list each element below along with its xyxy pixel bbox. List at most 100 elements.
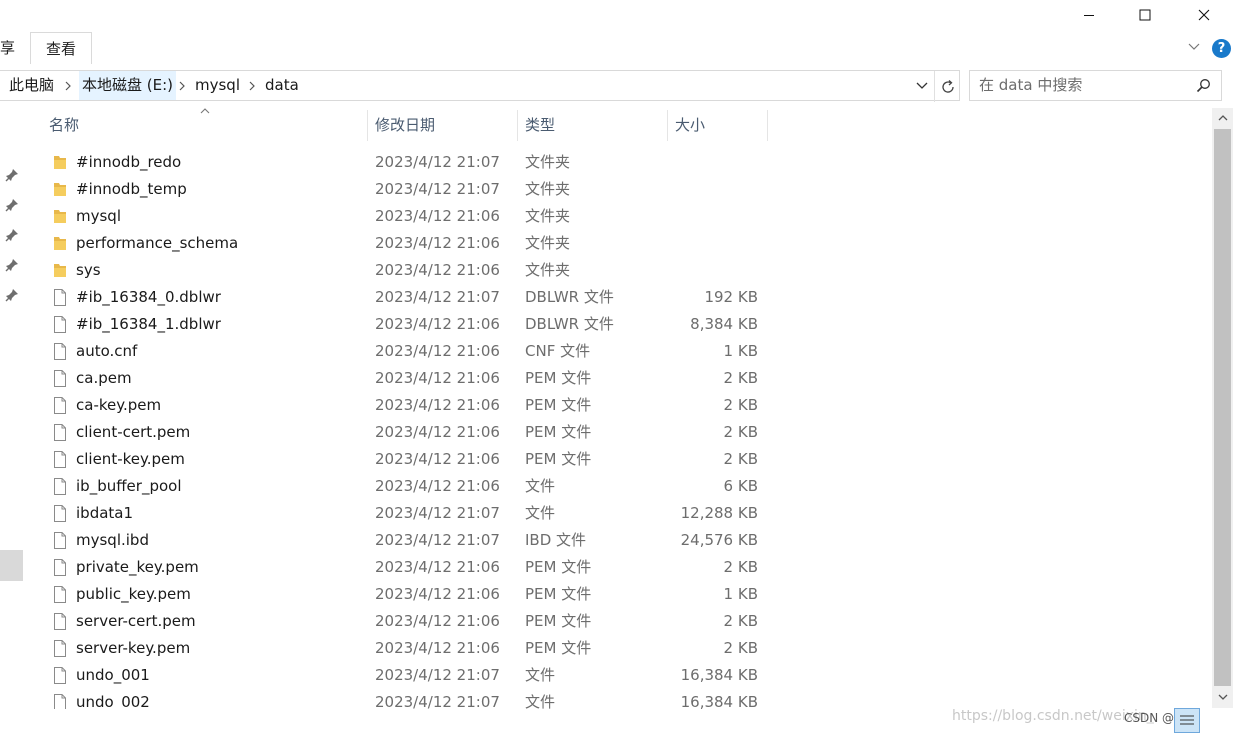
folder-icon — [53, 235, 67, 252]
file-date: 2023/4/12 21:07 — [375, 288, 500, 306]
file-row[interactable]: public_key.pem 2023/4/12 21:06 PEM 文件 1 KB — [0, 581, 1212, 608]
file-date: 2023/4/12 21:07 — [375, 504, 500, 522]
column-divider[interactable] — [667, 110, 668, 141]
file-row[interactable]: mysql 2023/4/12 21:06 文件夹 — [0, 203, 1212, 230]
refresh-button[interactable] — [934, 71, 960, 102]
file-icon — [53, 451, 67, 468]
file-row[interactable]: #ib_16384_0.dblwr 2023/4/12 21:07 DBLWR 文件… — [0, 284, 1212, 311]
column-header-type[interactable]: 类型 — [525, 110, 667, 141]
column-divider[interactable] — [367, 110, 368, 141]
file-name: ib_buffer_pool — [76, 477, 182, 495]
watermark-brand: CSDN @ — [1124, 711, 1175, 725]
file-date: 2023/4/12 21:06 — [375, 585, 500, 603]
close-button[interactable] — [1176, 0, 1232, 30]
file-size: 2 KB — [723, 558, 758, 576]
file-name: client-cert.pem — [76, 423, 191, 441]
file-name: #innodb_redo — [76, 153, 182, 171]
file-name: private_key.pem — [76, 558, 199, 576]
file-row[interactable]: auto.cnf 2023/4/12 21:06 CNF 文件 1 KB — [0, 338, 1212, 365]
chevron-right-icon[interactable] — [247, 80, 257, 92]
column-header-name[interactable]: 名称 — [49, 110, 367, 141]
file-row[interactable]: ib_buffer_pool 2023/4/12 21:06 文件 6 KB — [0, 473, 1212, 500]
breadcrumb[interactable]: 此电脑 本地磁盘 (E:) mysql data — [0, 70, 960, 102]
scroll-up-button[interactable] — [1212, 108, 1233, 128]
column-divider[interactable] — [767, 110, 768, 141]
file-size: 2 KB — [723, 450, 758, 468]
file-date: 2023/4/12 21:06 — [375, 558, 500, 576]
maximize-icon — [1139, 9, 1151, 21]
file-date: 2023/4/12 21:06 — [375, 261, 500, 279]
file-name: #ib_16384_0.dblwr — [76, 288, 221, 306]
file-row[interactable]: #innodb_temp 2023/4/12 21:07 文件夹 — [0, 176, 1212, 203]
refresh-icon — [941, 79, 954, 93]
file-row[interactable]: mysql.ibd 2023/4/12 21:07 IBD 文件 24,576 KB — [0, 527, 1212, 554]
file-type: 文件夹 — [525, 180, 571, 198]
file-row[interactable]: ibdata1 2023/4/12 21:07 文件 12,288 KB — [0, 500, 1212, 527]
breadcrumb-this-pc[interactable]: 此电脑 — [9, 71, 54, 100]
vertical-scrollbar[interactable] — [1212, 108, 1233, 708]
file-size: 2 KB — [723, 612, 758, 630]
column-divider[interactable] — [517, 110, 518, 141]
file-date: 2023/4/12 21:06 — [375, 639, 500, 657]
tab-share[interactable]: 享 — [0, 32, 15, 64]
ribbon-expand-button[interactable] — [1187, 38, 1201, 57]
file-icon — [53, 640, 67, 657]
file-row[interactable]: undo_001 2023/4/12 21:07 文件 16,384 KB — [0, 662, 1212, 689]
search-icon[interactable] — [1196, 78, 1211, 93]
file-date: 2023/4/12 21:06 — [375, 342, 500, 360]
file-row[interactable]: private_key.pem 2023/4/12 21:06 PEM 文件 2 KB — [0, 554, 1212, 581]
close-icon — [1198, 9, 1210, 21]
scrollbar-thumb[interactable] — [1214, 129, 1231, 686]
column-header-date[interactable]: 修改日期 — [375, 110, 517, 141]
file-name: undo_002 — [76, 693, 150, 709]
file-name: server-key.pem — [76, 639, 191, 657]
details-view-button[interactable] — [1174, 708, 1200, 733]
file-name: undo_001 — [76, 666, 150, 684]
file-row[interactable]: ca-key.pem 2023/4/12 21:06 PEM 文件 2 KB — [0, 392, 1212, 419]
file-date: 2023/4/12 21:06 — [375, 477, 500, 495]
address-history-button[interactable] — [914, 75, 930, 101]
file-row[interactable]: client-cert.pem 2023/4/12 21:06 PEM 文件 2 KB — [0, 419, 1212, 446]
ribbon: 享 查看 ? — [0, 30, 1233, 66]
breadcrumb-local-disk[interactable]: 本地磁盘 (E:) — [79, 71, 177, 100]
chevron-right-icon[interactable] — [63, 80, 73, 92]
file-name: mysql — [76, 207, 121, 225]
file-type: IBD 文件 — [525, 531, 587, 549]
file-list: #innodb_redo 2023/4/12 21:07 文件夹 #innodb_te… — [0, 149, 1212, 709]
file-name: performance_schema — [76, 234, 239, 252]
file-type: PEM 文件 — [525, 639, 592, 657]
tab-view[interactable]: 查看 — [30, 32, 93, 64]
file-icon — [53, 478, 67, 495]
file-row[interactable]: #ib_16384_1.dblwr 2023/4/12 21:06 DBLWR 文件… — [0, 311, 1212, 338]
file-row[interactable]: client-key.pem 2023/4/12 21:06 PEM 文件 2 KB — [0, 446, 1212, 473]
file-row[interactable]: server-key.pem 2023/4/12 21:06 PEM 文件 2 KB — [0, 635, 1212, 662]
file-icon — [53, 667, 67, 684]
title-bar — [0, 0, 1233, 30]
search-input[interactable]: 在 data 中搜索 — [969, 70, 1222, 101]
file-row[interactable]: undo_002 2023/4/12 21:07 文件 16,384 KB — [0, 689, 1212, 709]
column-header-size[interactable]: 大小 — [675, 110, 767, 141]
file-type: 文件 — [525, 693, 556, 709]
maximize-button[interactable] — [1117, 0, 1173, 30]
file-row[interactable]: performance_schema 2023/4/12 21:06 文件夹 — [0, 230, 1212, 257]
file-row[interactable]: server-cert.pem 2023/4/12 21:06 PEM 文件 2 KB — [0, 608, 1212, 635]
file-type: PEM 文件 — [525, 612, 592, 630]
file-date: 2023/4/12 21:06 — [375, 396, 500, 414]
breadcrumb-mysql[interactable]: mysql — [195, 71, 240, 100]
scroll-down-button[interactable] — [1212, 687, 1233, 707]
file-row[interactable]: ca.pem 2023/4/12 21:06 PEM 文件 2 KB — [0, 365, 1212, 392]
file-icon — [53, 370, 67, 387]
breadcrumb-data[interactable]: data — [265, 71, 299, 100]
help-button[interactable]: ? — [1212, 39, 1231, 58]
minimize-button[interactable] — [1061, 0, 1117, 30]
file-size: 6 KB — [723, 477, 758, 495]
file-type: 文件 — [525, 666, 556, 684]
file-row[interactable]: #innodb_redo 2023/4/12 21:07 文件夹 — [0, 149, 1212, 176]
chevron-right-icon[interactable] — [177, 80, 187, 92]
file-date: 2023/4/12 21:06 — [375, 234, 500, 252]
file-type: DBLWR 文件 — [525, 288, 614, 306]
file-icon — [53, 397, 67, 414]
file-row[interactable]: sys 2023/4/12 21:06 文件夹 — [0, 257, 1212, 284]
file-type: PEM 文件 — [525, 423, 592, 441]
file-type: CNF 文件 — [525, 342, 591, 360]
